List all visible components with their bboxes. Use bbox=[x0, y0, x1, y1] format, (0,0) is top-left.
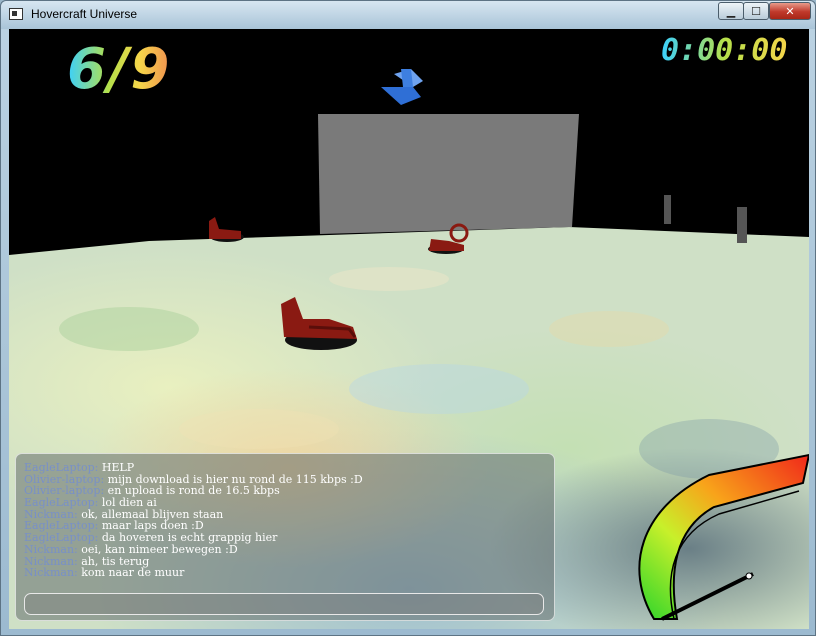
window-title: Hovercraft Universe bbox=[31, 7, 138, 21]
race-timer: 0:00:00 bbox=[661, 33, 788, 68]
chat-panel: EagleLaptop: HELP Olivier-laptop: mijn do… bbox=[15, 453, 555, 621]
chat-nick: Nickman: bbox=[24, 566, 78, 580]
chat-message-list: EagleLaptop: HELP Olivier-laptop: mijn do… bbox=[24, 462, 544, 579]
game-viewport[interactable]: 6/9 0:00:00 EagleLaptop: HELP Olivier-lap… bbox=[9, 29, 809, 629]
app-window-icon bbox=[9, 8, 23, 20]
wall bbox=[318, 114, 579, 234]
title-bar[interactable]: Hovercraft Universe ▁ ☐ ✕ bbox=[1, 1, 815, 29]
chat-input[interactable] bbox=[24, 593, 544, 615]
post bbox=[737, 207, 747, 243]
game-window: Hovercraft Universe ▁ ☐ ✕ 6/9 0:00:00 Ea… bbox=[0, 0, 816, 636]
minimize-button[interactable]: ▁ bbox=[718, 2, 744, 20]
lap-counter: 6/9 bbox=[67, 37, 172, 102]
maximize-button[interactable]: ☐ bbox=[743, 2, 769, 20]
chat-text: kom naar de muur bbox=[77, 566, 185, 580]
post bbox=[664, 195, 671, 224]
chat-message: Nickman: kom naar de muur bbox=[24, 567, 544, 579]
close-button[interactable]: ✕ bbox=[769, 2, 811, 20]
